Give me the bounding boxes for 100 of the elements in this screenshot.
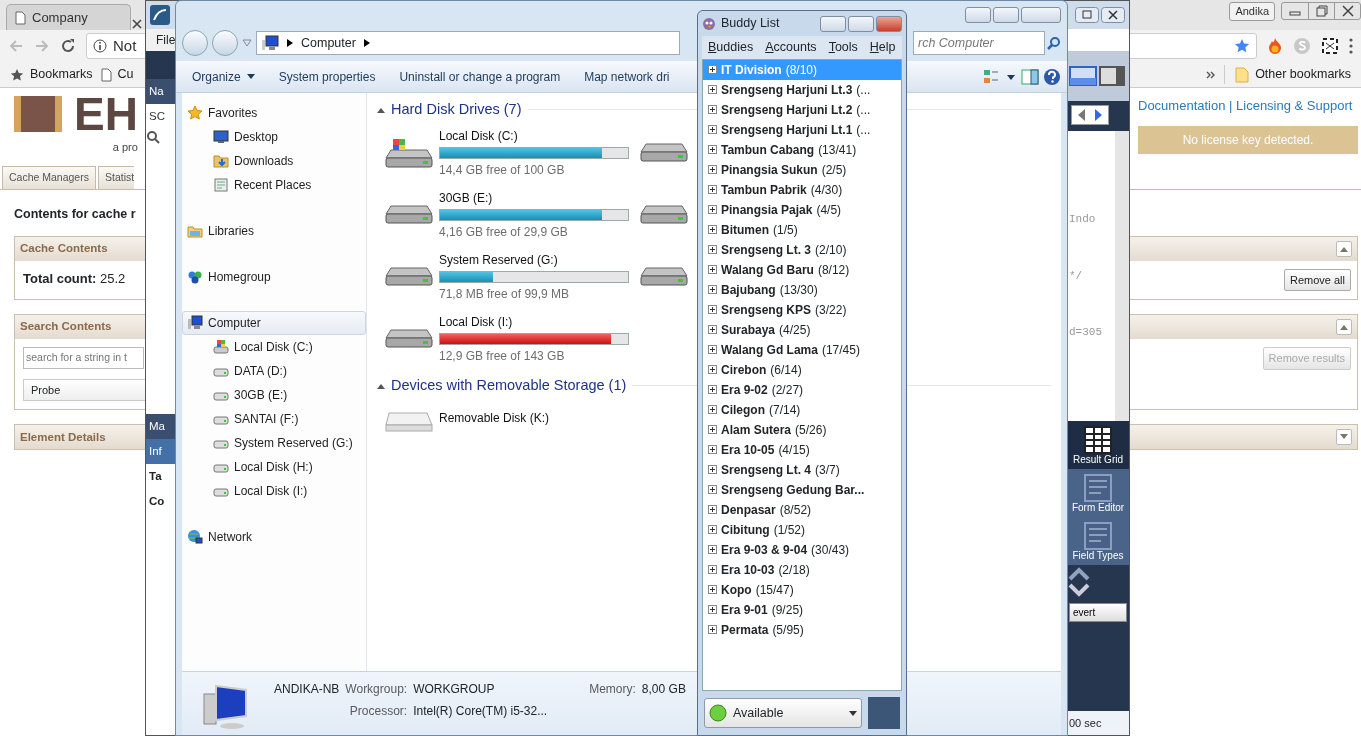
profile-button[interactable]: Andika — [1229, 2, 1275, 21]
address-bar[interactable]: Computer — [256, 31, 680, 55]
buddy-group[interactable]: Srengseng Lt. 4 (3/7) — [703, 459, 901, 480]
toolbar-button[interactable]: Organize — [182, 64, 265, 89]
expand-icon[interactable] — [708, 445, 717, 455]
nav-item[interactable]: Desktop — [208, 125, 366, 149]
close-button[interactable] — [1021, 7, 1061, 23]
expand-icon[interactable] — [708, 425, 717, 435]
buddy-group[interactable]: Cibitung (1/52) — [703, 519, 901, 540]
nav-item[interactable]: Local Disk (H:) — [208, 455, 366, 479]
expand-icon[interactable] — [708, 165, 717, 175]
expand-icon[interactable] — [708, 245, 717, 255]
expand-icon[interactable] — [708, 325, 717, 335]
menu-item[interactable]: Buddies — [708, 38, 754, 57]
nav-item[interactable]: Downloads — [208, 149, 366, 173]
page-tab[interactable]: Statist — [97, 166, 135, 189]
menu-item[interactable]: Help — [869, 38, 896, 57]
menu-icon[interactable] — [1349, 38, 1353, 54]
close-icon[interactable] — [1101, 7, 1125, 23]
action-button[interactable]: Remove all — [1283, 268, 1351, 291]
maximize-button[interactable] — [993, 7, 1019, 23]
close-icon[interactable] — [131, 18, 143, 30]
buddy-group[interactable]: Srengseng Lt. 3 (2/10) — [703, 239, 901, 260]
nav-item[interactable]: Homegroup — [182, 265, 366, 289]
expand-icon[interactable] — [708, 105, 717, 115]
nav-item[interactable]: SANTAI (F:) — [208, 407, 366, 431]
close-icon[interactable] — [1341, 5, 1354, 17]
expand-icon[interactable] — [708, 365, 717, 375]
collapse-icon[interactable] — [377, 382, 385, 389]
expand-icon[interactable] — [708, 285, 717, 295]
expand-icon[interactable] — [708, 85, 717, 95]
search-field[interactable]: rch Computer — [913, 31, 1045, 55]
collapse-icon[interactable] — [377, 106, 385, 113]
nav-item[interactable]: Network — [182, 525, 366, 549]
sidebar-item[interactable]: Form Editor — [1067, 469, 1129, 517]
drive-name[interactable]: System Reserved (G:) — [439, 250, 629, 269]
toolbar-button[interactable]: Map network dri — [574, 64, 680, 89]
nav-item[interactable]: Libraries — [182, 219, 366, 243]
expand-icon[interactable] — [708, 405, 717, 415]
buddy-group[interactable]: Srengseng Harjuni Lt.1 (... — [703, 119, 901, 140]
buddy-group[interactable]: Era 9-02 (2/27) — [703, 379, 901, 400]
buddy-group[interactable]: Bajubang (13/30) — [703, 279, 901, 300]
sidebar-item[interactable]: Result Grid — [1067, 421, 1129, 469]
buddy-group[interactable]: Permata (5/95) — [703, 619, 901, 640]
star-icon[interactable] — [1234, 38, 1250, 54]
minimize-button[interactable] — [820, 15, 846, 32]
chevron-icon[interactable] — [1206, 69, 1217, 80]
buddy-group[interactable]: Cirebon (6/14) — [703, 359, 901, 380]
buddy-group[interactable]: Denpasar (8/52) — [703, 499, 901, 520]
preview-pane-icon[interactable] — [1021, 68, 1039, 85]
buddy-group[interactable]: Kopo (15/47) — [703, 579, 901, 600]
expand-icon[interactable] — [708, 65, 717, 75]
menu-item[interactable]: Tools — [828, 38, 858, 57]
drive-name[interactable]: Local Disk (C:) — [439, 126, 629, 145]
page-tab[interactable]: Cache Managers — [2, 166, 96, 189]
revert-button[interactable]: evert — [1069, 603, 1127, 622]
close-button[interactable] — [876, 15, 902, 32]
view-icon[interactable] — [983, 68, 1017, 85]
nav-item[interactable]: Local Disk (I:) — [208, 479, 366, 503]
nav-item[interactable]: Local Disk (C:) — [208, 335, 366, 359]
buddy-group[interactable]: Tambun Cabang (13/41) — [703, 139, 901, 160]
expand-icon[interactable] — [708, 145, 717, 155]
buddy-group[interactable]: Pinangsia Pajak (4/5) — [703, 199, 901, 220]
bookmark-item[interactable]: Cu — [100, 65, 134, 84]
buddy-group[interactable]: Srengseng Gedung Bar... — [703, 479, 901, 500]
buddy-group[interactable]: Srengseng Harjuni Lt.2 (... — [703, 99, 901, 120]
maximize-icon[interactable] — [1315, 5, 1328, 17]
expand-icon[interactable] — [708, 605, 717, 615]
buddy-group[interactable]: Alam Sutera (5/26) — [703, 419, 901, 440]
buddy-group[interactable]: Era 10-05 (4/15) — [703, 439, 901, 460]
toggle-button[interactable] — [1336, 240, 1352, 257]
toggle-button[interactable] — [1336, 319, 1352, 335]
menu-item[interactable]: File — [146, 29, 176, 51]
nav-item[interactable]: System Reserved (G:) — [208, 431, 366, 455]
bookmark-folder[interactable]: Other bookmarks — [1224, 65, 1351, 84]
toolbar-button[interactable]: System properties — [268, 64, 386, 89]
expand-icon[interactable] — [708, 585, 717, 595]
bookmark-item[interactable]: Bookmarks — [10, 65, 93, 84]
nav-item[interactable]: Recent Places — [208, 173, 366, 197]
reload-icon[interactable] — [60, 38, 76, 54]
expand-icon[interactable] — [708, 625, 717, 635]
expand-icon[interactable] — [708, 485, 717, 495]
expand-icon[interactable] — [708, 265, 717, 275]
toggle-button[interactable] — [1336, 429, 1352, 446]
buddy-group[interactable]: Era 10-03 (2/18) — [703, 559, 901, 580]
expand-icon[interactable] — [708, 125, 717, 135]
expand-icon[interactable] — [708, 205, 717, 215]
top-links[interactable]: Documentation | Licensing & Support — [1138, 96, 1358, 116]
drive-name[interactable]: 30GB (E:) — [439, 188, 629, 207]
nav-item[interactable]: Favorites — [182, 101, 366, 125]
sidebar-item[interactable]: Field Types — [1067, 517, 1129, 565]
toolbar-button[interactable]: Uninstall or change a program — [389, 64, 571, 89]
expand-icon[interactable] — [708, 505, 717, 515]
expand-icon[interactable] — [708, 185, 717, 195]
flame-icon[interactable] — [1267, 37, 1283, 55]
expand-icon[interactable] — [708, 465, 717, 475]
status-selector[interactable]: Available — [704, 698, 862, 728]
buddy-group[interactable]: Srengseng Harjuni Lt.3 (... — [703, 79, 901, 100]
menu-item[interactable]: Accounts — [765, 38, 817, 57]
buddy-group[interactable]: Tambun Pabrik (4/30) — [703, 179, 901, 200]
